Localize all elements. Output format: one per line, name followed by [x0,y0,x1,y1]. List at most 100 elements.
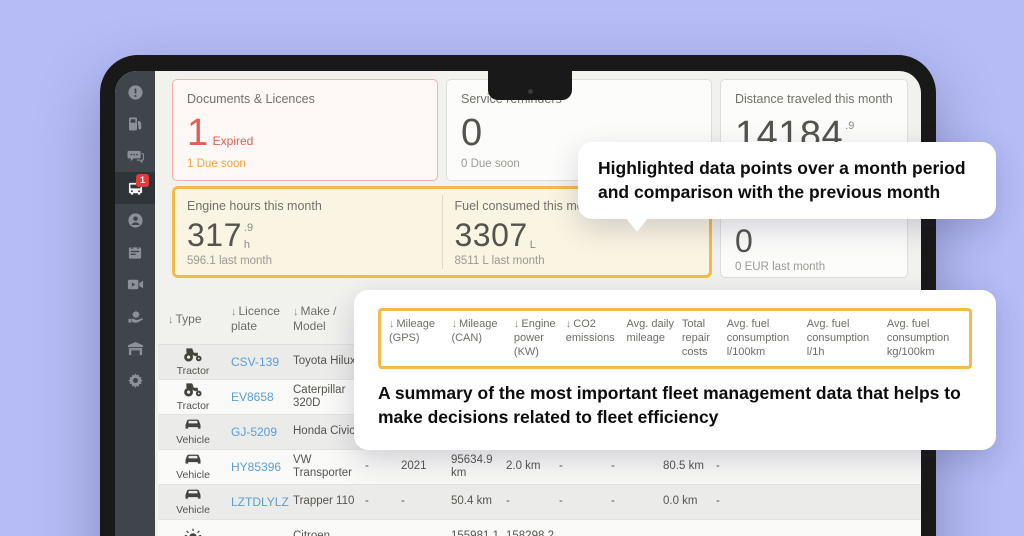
data-cell: 158298.2 [503,530,556,536]
sidebar-item-services[interactable] [115,300,155,332]
callout-text: A summary of the most important fleet ma… [378,382,972,429]
make-model-cell: Trapper 110 [290,495,362,508]
documents-expired-label: Expired [213,134,254,148]
engine-hours-value: 317 [187,219,242,251]
highlight-header-strip: ↓Mileage (GPS)↓Mileage (CAN)↓Engine powe… [378,308,972,369]
vehicle-type-label: Vehicle [176,505,210,517]
data-cell: 2.0 km [503,460,556,473]
table-row[interactable]: VehicleHY85396VW Transporter-202195634.9… [158,450,921,485]
fuel-pump-icon [127,116,143,132]
vehicle-type-label: Tractor [177,366,210,378]
data-cell: - [713,495,758,508]
data-cell: - [713,460,758,473]
data-cell: - [556,495,608,508]
column-header-licence-plate[interactable]: ↓Licence plate [228,304,290,334]
sort-arrow-icon: ↓ [451,318,457,330]
fuel-unit: L [530,239,536,251]
make-model-cell: VW Transporter [290,454,362,480]
highlight-column-label: ↓Mileage (GPS) [389,318,445,359]
engine-hours-last-month: 596.1 last month [187,255,430,267]
data-cell: 50.4 km [448,495,503,508]
make-model-cell: Caterpillar 320D [290,384,362,410]
callout-monthly-highlights: Highlighted data points over a month per… [578,142,996,219]
data-cell: - [556,460,608,473]
vehicle-type-label: Tractor [177,401,210,413]
card-title: Documents & Licences [187,92,423,106]
data-cell: - [608,495,660,508]
sidebar-item-calendar[interactable] [115,236,155,268]
garage-icon [127,341,144,356]
alert-icon [127,84,144,101]
gear-icon [127,372,144,389]
video-camera-icon [127,278,144,291]
data-cell: 0.0 km [660,495,713,508]
data-cell: 155981.1 [448,530,503,536]
highlight-column-label: Avg. fuel consumption l/100km [727,318,801,359]
sidebar-item-drivers[interactable] [115,204,155,236]
data-cell: - [362,460,398,473]
data-cell: - [503,495,556,508]
car-icon [183,487,203,505]
camera-dot [528,89,533,94]
data-cell: 95634.9 km [448,454,503,480]
callout-tail [626,218,648,232]
column-header-make-model[interactable]: ↓Make / Model [290,304,362,334]
vehicle-type-cell: Tractor [158,382,228,412]
sidebar-item-settings[interactable] [115,364,155,396]
licence-plate-link[interactable]: EV8658 [231,390,274,404]
sidebar-item-garage[interactable] [115,332,155,364]
sort-arrow-icon: ↓ [293,306,299,318]
callout-text: Highlighted data points over a month per… [598,157,976,204]
fuel-last-month: 8511 L last month [455,255,698,267]
data-cell: 80.5 km [660,460,713,473]
make-model-cell: Toyota Hilux [290,355,362,368]
vehicle-type-cell: Tractor [158,347,228,377]
sort-arrow-icon: ↓ [231,306,237,318]
car-icon [183,452,203,470]
card-documents-licences: Documents & Licences 1 Expired 1 Due soo… [172,79,438,181]
chat-icon [127,149,144,164]
hand-service-icon [127,309,144,324]
card-title: Engine hours this month [187,199,430,213]
sort-arrow-icon: ↓ [566,318,572,330]
table-row[interactable]: VehicleLZTDLYLZTrapper 110--50.4 km---0.… [158,485,921,520]
data-cell: - [608,460,660,473]
vehicle-type-cell: Vehicle [158,417,228,446]
licence-plate-link[interactable]: CSV-139 [231,355,279,369]
make-model-cell: Honda Civic [290,425,362,438]
card-engine-hours: Engine hours this month 317 .9 h 596.1 l… [175,189,442,275]
data-cell: 2021 [398,460,448,473]
vehicle-type-cell [158,528,228,536]
distance-decimal: .9 [845,120,860,132]
page-background: 1 [0,0,1024,536]
sidebar-item-camera[interactable] [115,268,155,300]
documents-expired-count: 1 [187,114,209,152]
column-header-type[interactable]: ↓Type [158,312,228,326]
highlight-column-label: ↓Engine power (KW) [514,318,560,359]
siren-icon [183,528,203,536]
highlight-column-label: Avg. fuel consumption l/1h [807,318,881,359]
make-model-cell: Citroen [290,530,362,536]
tractor-icon [182,347,204,366]
user-icon [127,212,144,229]
table-row[interactable]: Citroen 155981.1158298.2 [158,520,921,536]
sidebar-item-messages[interactable] [115,140,155,172]
highlight-column-label: Avg. fuel consumption kg/100km [887,318,961,359]
sidebar: 1 [115,71,155,536]
vehicle-type-label: Vehicle [176,470,210,482]
licence-plate-link[interactable]: GJ-5209 [231,425,277,439]
sidebar-item-fuel[interactable] [115,108,155,140]
highlight-column-label: Total repair costs [682,318,721,359]
sidebar-item-alerts[interactable] [115,76,155,108]
fuel-consumed-value: 3307 [455,219,528,251]
licence-plate-link[interactable]: HY85396 [231,460,281,474]
engine-hours-unit: h [244,239,253,251]
data-cell: - [398,495,448,508]
sort-arrow-icon: ↓ [514,318,520,330]
costs-last-month: 0 EUR last month [735,261,893,273]
sidebar-item-vehicles[interactable]: 1 [115,172,155,204]
calendar-icon [127,245,143,260]
licence-plate-link[interactable]: LZTDLYLZ [231,495,289,509]
tractor-icon [182,382,204,401]
documents-due-soon: 1 Due soon [187,158,423,170]
